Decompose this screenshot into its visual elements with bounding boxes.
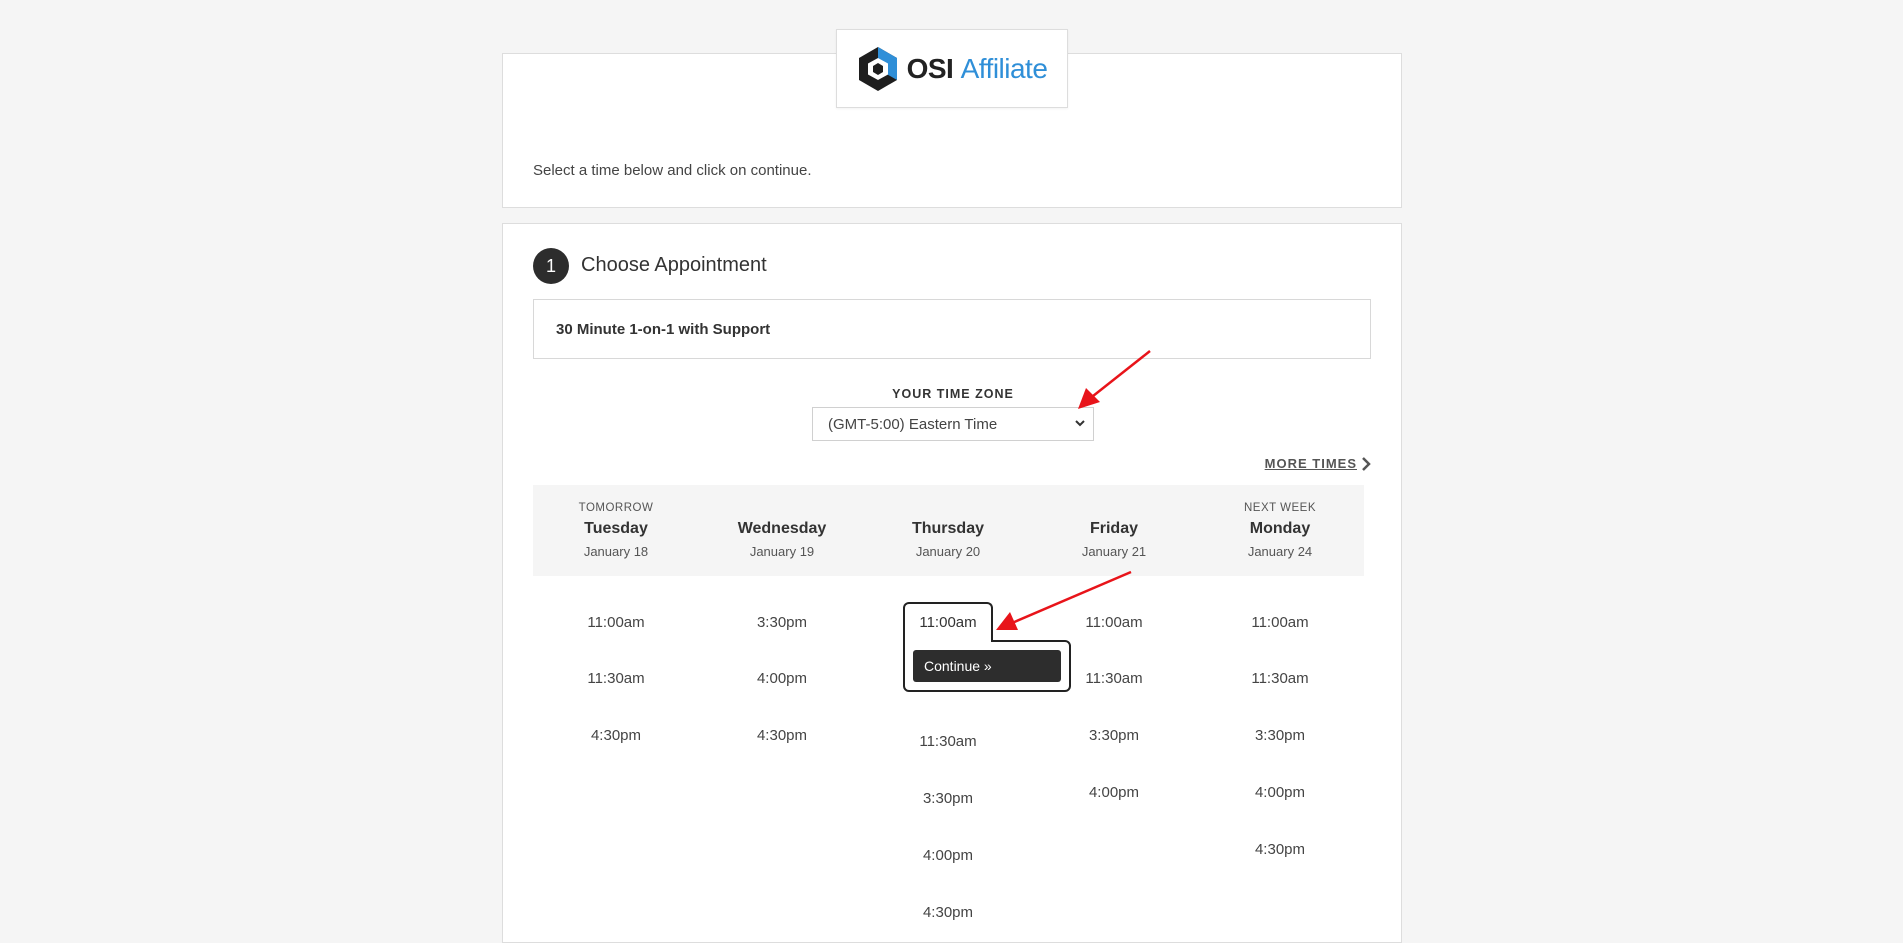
day-header-monday: NEXT WEEK Monday January 24 xyxy=(1197,485,1363,559)
day-name: Tuesday xyxy=(584,520,648,537)
step-number-badge: 1 xyxy=(533,248,569,284)
time-slot[interactable]: 4:00pm xyxy=(1197,784,1363,801)
time-slot[interactable]: 11:30am xyxy=(865,733,1031,750)
time-slot[interactable]: 3:30pm xyxy=(1031,727,1197,744)
timezone-label: YOUR TIME ZONE xyxy=(892,387,1014,401)
time-slot[interactable]: 11:30am xyxy=(1197,670,1363,687)
day-name: Wednesday xyxy=(737,520,827,537)
day-header-friday: Friday January 21 xyxy=(1031,485,1197,559)
timezone-value: (GMT-5:00) Eastern Time xyxy=(828,415,998,433)
hexagon-logo-icon xyxy=(858,46,897,91)
day-name: Friday xyxy=(1089,520,1138,537)
appointment-card: 1 Choose Appointment 30 Minute 1-on-1 wi… xyxy=(502,223,1402,943)
time-slot[interactable]: 11:00am xyxy=(1197,614,1363,631)
day-date: January 24 xyxy=(1247,544,1313,559)
selected-slot-panel: Continue » xyxy=(903,640,1071,692)
time-slot[interactable]: 11:00am xyxy=(533,614,699,631)
day-subtitle xyxy=(699,502,865,516)
time-slot[interactable]: 11:00am xyxy=(1031,614,1197,631)
day-header-thursday: Thursday January 20 xyxy=(865,485,1031,559)
day-subtitle xyxy=(1031,502,1197,516)
selected-time-slot[interactable]: 11:00am xyxy=(903,602,993,642)
day-name: Monday xyxy=(1249,520,1311,537)
time-slot[interactable]: 4:30pm xyxy=(533,727,699,744)
chevron-right-icon xyxy=(1362,456,1371,471)
logo: OSI Affiliate xyxy=(836,29,1068,108)
time-slot[interactable]: 4:00pm xyxy=(1031,784,1197,801)
day-date: January 20 xyxy=(915,544,981,559)
time-slot[interactable]: 4:30pm xyxy=(699,727,865,744)
day-header-tuesday: TOMORROW Tuesday January 18 xyxy=(533,485,699,559)
day-header-wednesday: Wednesday January 19 xyxy=(699,485,865,559)
time-slot[interactable]: 3:30pm xyxy=(865,790,1031,807)
more-times-link[interactable]: MORE TIMES xyxy=(1265,456,1371,471)
time-slot[interactable]: 4:30pm xyxy=(865,904,1031,921)
more-times-label: MORE TIMES xyxy=(1264,456,1357,471)
time-slot[interactable]: 3:30pm xyxy=(1197,727,1363,744)
day-date: January 19 xyxy=(749,544,815,559)
logo-affiliate-text: Affiliate xyxy=(960,52,1048,84)
day-subtitle: NEXT WEEK xyxy=(1243,502,1317,514)
day-date: January 21 xyxy=(1081,544,1147,559)
intro-text: Select a time below and click on continu… xyxy=(533,162,812,179)
timezone-select[interactable]: (GMT-5:00) Eastern Time xyxy=(812,407,1094,441)
day-name: Thursday xyxy=(911,520,984,537)
day-date: January 18 xyxy=(583,544,649,559)
time-slot[interactable]: 4:00pm xyxy=(865,847,1031,864)
time-slot[interactable]: 3:30pm xyxy=(699,614,865,631)
chevron-down-icon xyxy=(1075,420,1085,427)
logo-osi-text: OSI xyxy=(906,52,954,84)
day-subtitle xyxy=(865,502,1031,516)
day-subtitle: TOMORROW xyxy=(578,502,654,514)
continue-button[interactable]: Continue » xyxy=(913,650,1061,682)
booking-page: OSI Affiliate Select a time below and cl… xyxy=(502,0,1402,943)
logo-text: OSI Affiliate xyxy=(907,53,1048,85)
appointment-type-box[interactable]: 30 Minute 1-on-1 with Support xyxy=(533,299,1371,359)
time-slot[interactable]: 11:30am xyxy=(533,670,699,687)
step-title: Choose Appointment xyxy=(581,254,767,276)
time-slot[interactable]: 4:30pm xyxy=(1197,841,1363,858)
time-slot[interactable]: 4:00pm xyxy=(699,670,865,687)
day-header-row: TOMORROW Tuesday January 18 Wednesday Ja… xyxy=(533,485,1364,576)
